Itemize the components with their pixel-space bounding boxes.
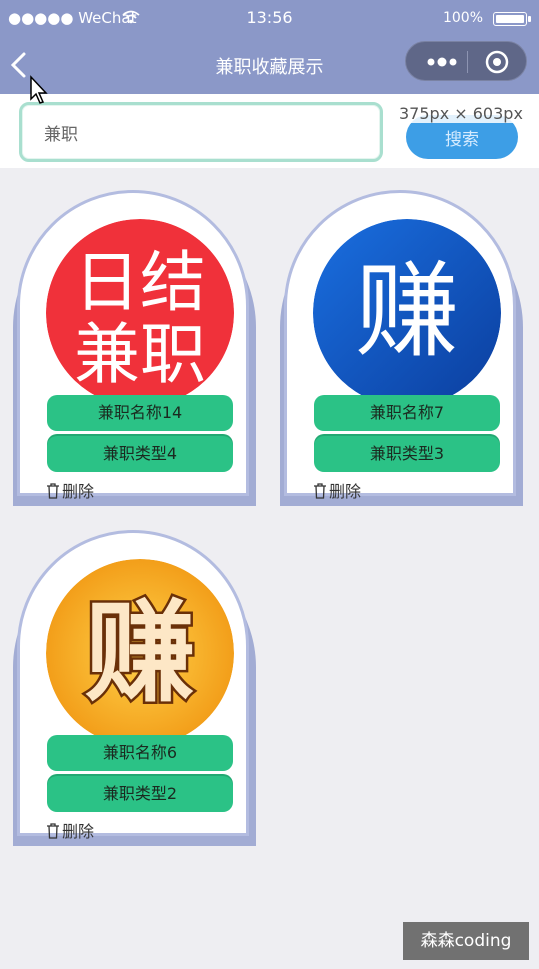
image-text: 赚 — [355, 250, 459, 372]
search-input[interactable] — [19, 102, 383, 162]
card-body: 日结 兼职 兼职名称14 兼职类型4 删除 — [17, 190, 249, 501]
job-name-label: 兼职名称7 — [314, 395, 500, 431]
favorite-card: 赚 兼职名称6 兼职类型2 删除 — [13, 526, 256, 846]
close-target-icon[interactable] — [484, 49, 510, 75]
delete-button[interactable]: 删除 — [46, 818, 94, 842]
nav-bar: 兼职收藏展示 — [0, 36, 539, 94]
menu-capsule — [405, 41, 527, 81]
trash-icon — [47, 823, 59, 839]
image-text: 赚 — [85, 589, 195, 717]
delete-label: 删除 — [62, 482, 95, 501]
job-image: 赚 — [313, 219, 501, 407]
card-body: 赚 兼职名称6 兼职类型2 删除 — [17, 530, 249, 841]
job-type-label: 兼职类型3 — [314, 436, 500, 472]
more-dots-icon[interactable] — [424, 52, 462, 72]
delete-label: 删除 — [62, 822, 95, 841]
delete-button[interactable]: 删除 — [313, 478, 361, 502]
capsule-divider — [467, 51, 468, 73]
card-body: 赚 兼职名称7 兼职类型3 删除 — [284, 190, 516, 501]
mouse-cursor-icon — [30, 75, 48, 104]
watermark: 森森coding — [403, 922, 529, 960]
job-type-label: 兼职类型4 — [47, 436, 233, 472]
image-text-bottom: 兼职 — [74, 316, 206, 393]
favorite-card: 赚 兼职名称7 兼职类型3 删除 — [280, 186, 523, 506]
battery-percent: 100% — [442, 10, 483, 26]
status-bar: ●●●●● WeChat 13:56 100% — [0, 0, 539, 36]
job-name-label: 兼职名称14 — [47, 395, 233, 431]
dimension-overlay: 375px × 603px — [396, 104, 526, 123]
delete-button[interactable]: 删除 — [46, 478, 94, 502]
job-type-label: 兼职类型2 — [47, 776, 233, 812]
favorite-card: 日结 兼职 兼职名称14 兼职类型4 删除 — [13, 186, 256, 506]
trash-icon — [314, 483, 326, 499]
delete-label: 删除 — [329, 482, 362, 501]
job-image: 赚 — [46, 559, 234, 747]
job-image: 日结 兼职 — [46, 219, 234, 407]
trash-icon — [47, 483, 59, 499]
battery-icon — [493, 12, 531, 26]
job-name-label: 兼职名称6 — [47, 735, 233, 771]
image-text-top: 日结 — [74, 244, 206, 321]
